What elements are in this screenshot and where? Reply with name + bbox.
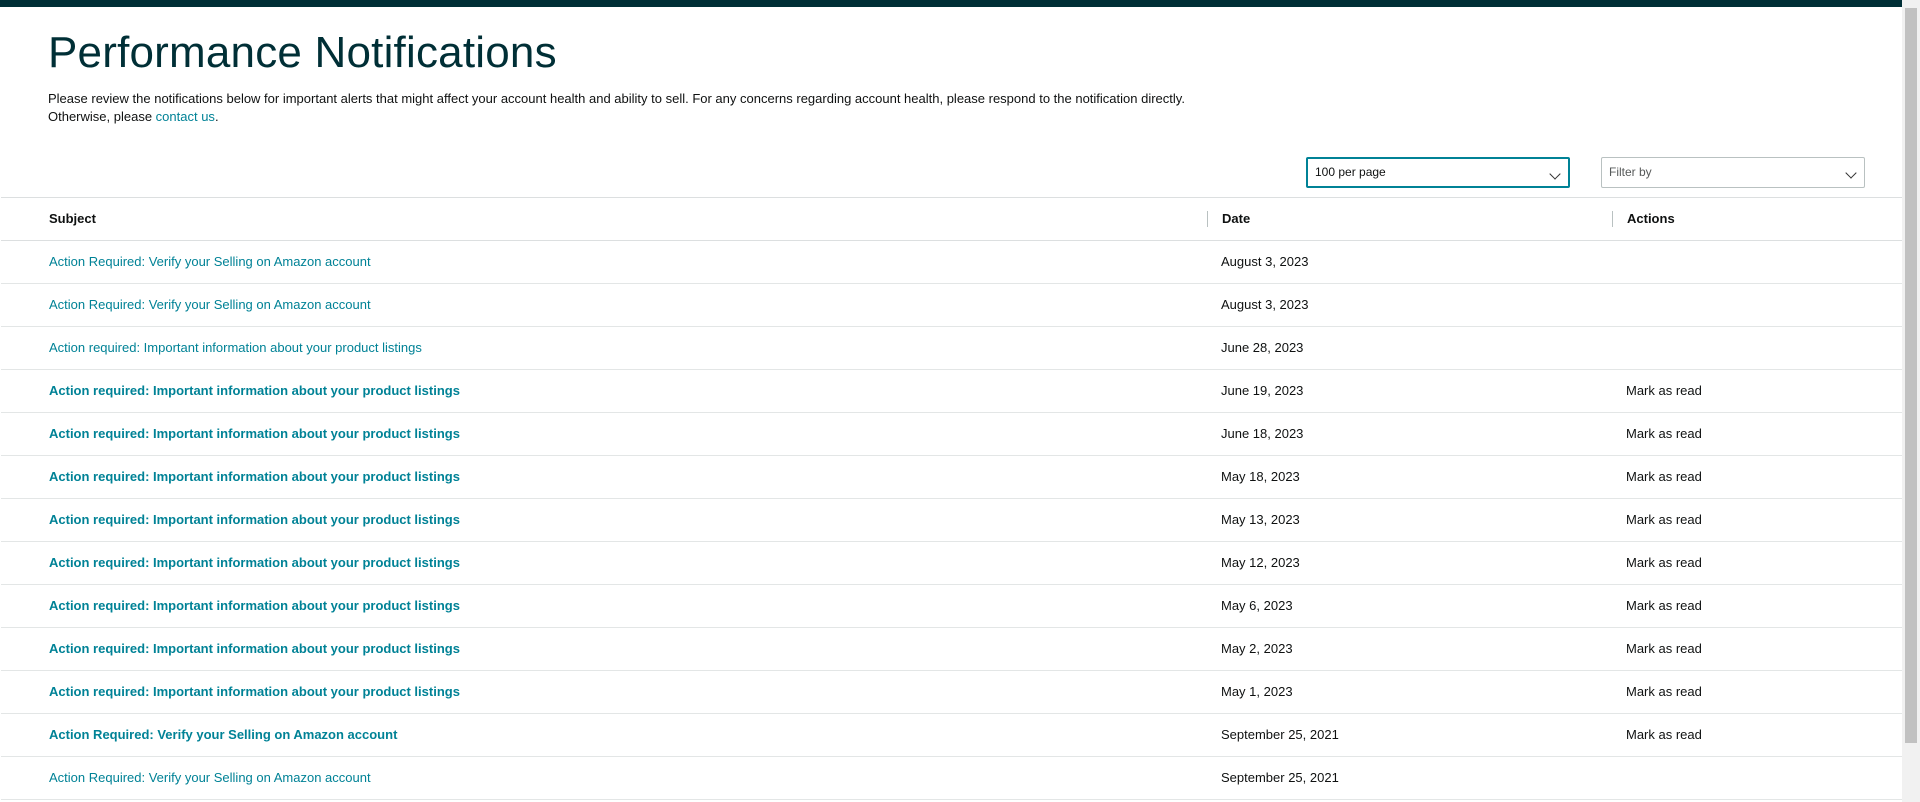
chevron-down-icon xyxy=(1549,168,1561,180)
mark-as-read-link[interactable]: Mark as read xyxy=(1626,671,1702,713)
notification-date: May 12, 2023 xyxy=(1221,555,1300,570)
table-row: Action Required: Verify your Selling on … xyxy=(1,714,1903,757)
notification-subject-link[interactable]: Action required: Important information a… xyxy=(49,456,460,498)
notification-date: May 1, 2023 xyxy=(1221,684,1293,699)
mark-as-read-link[interactable]: Mark as read xyxy=(1626,499,1702,541)
notification-date: September 25, 2021 xyxy=(1221,770,1339,785)
notification-date: May 13, 2023 xyxy=(1221,512,1300,527)
notification-subject-link[interactable]: Action required: Important information a… xyxy=(49,671,460,713)
table-body: Action Required: Verify your Selling on … xyxy=(1,241,1903,800)
filter-select[interactable]: Filter by xyxy=(1601,157,1865,188)
table-row: Action Required: Verify your Selling on … xyxy=(1,757,1903,800)
notification-date: June 19, 2023 xyxy=(1221,383,1304,398)
table-row: Action required: Important information a… xyxy=(1,671,1903,714)
notification-subject-link[interactable]: Action Required: Verify your Selling on … xyxy=(49,284,371,326)
notification-date: May 6, 2023 xyxy=(1221,598,1293,613)
mark-as-read-link[interactable]: Mark as read xyxy=(1626,714,1702,756)
top-bar xyxy=(0,0,1920,7)
table-row: Action required: Important information a… xyxy=(1,456,1903,499)
notification-subject-link[interactable]: Action required: Important information a… xyxy=(49,585,460,627)
intro-line-1: Please review the notifications below fo… xyxy=(48,91,1185,106)
table-row: Action Required: Verify your Selling on … xyxy=(1,241,1903,284)
column-header-actions: Actions xyxy=(1627,211,1675,226)
notification-date: August 3, 2023 xyxy=(1221,254,1309,269)
notification-date: June 28, 2023 xyxy=(1221,340,1304,355)
notification-subject-link[interactable]: Action required: Important information a… xyxy=(49,542,460,584)
notification-subject-link[interactable]: Action required: Important information a… xyxy=(49,628,460,670)
notification-subject-link[interactable]: Action Required: Verify your Selling on … xyxy=(49,714,397,756)
mark-as-read-link[interactable]: Mark as read xyxy=(1626,585,1702,627)
notifications-page: Performance Notifications Please review … xyxy=(0,7,1903,802)
notification-date: May 18, 2023 xyxy=(1221,469,1300,484)
table-row: Action required: Important information a… xyxy=(1,542,1903,585)
chevron-down-icon xyxy=(1845,167,1857,179)
column-divider[interactable] xyxy=(1612,211,1613,227)
table-row: Action required: Important information a… xyxy=(1,585,1903,628)
mark-as-read-link[interactable]: Mark as read xyxy=(1626,542,1702,584)
contact-us-link[interactable]: contact us xyxy=(156,109,215,124)
notification-subject-link[interactable]: Action required: Important information a… xyxy=(49,327,422,369)
table-header: Subject Date Actions xyxy=(1,198,1903,241)
page-title: Performance Notifications xyxy=(48,28,557,77)
column-divider[interactable] xyxy=(1207,211,1208,227)
per-page-select[interactable]: 100 per page xyxy=(1306,157,1570,188)
mark-as-read-link[interactable]: Mark as read xyxy=(1626,413,1702,455)
mark-as-read-link[interactable]: Mark as read xyxy=(1626,456,1702,498)
notification-subject-link[interactable]: Action required: Important information a… xyxy=(49,413,460,455)
notification-subject-link[interactable]: Action Required: Verify your Selling on … xyxy=(49,241,371,283)
notification-date: May 2, 2023 xyxy=(1221,641,1293,656)
intro-suffix: . xyxy=(214,109,219,124)
intro-prefix: Otherwise, please xyxy=(48,109,156,124)
notification-date: September 25, 2021 xyxy=(1221,727,1339,742)
table-row: Action required: Important information a… xyxy=(1,370,1903,413)
notification-date: June 18, 2023 xyxy=(1221,426,1304,441)
table-row: Action Required: Verify your Selling on … xyxy=(1,284,1903,327)
notification-subject-link[interactable]: Action required: Important information a… xyxy=(49,370,460,412)
notification-subject-link[interactable]: Action Required: Verify your Selling on … xyxy=(49,757,371,799)
column-header-date[interactable]: Date xyxy=(1222,198,1250,240)
intro-line-2: Otherwise, please contact us. xyxy=(48,108,1185,126)
intro-text: Please review the notifications below fo… xyxy=(48,90,1185,126)
table-row: Action required: Important information a… xyxy=(1,327,1903,370)
table-row: Action required: Important information a… xyxy=(1,628,1903,671)
column-header-subject[interactable]: Subject xyxy=(49,198,96,240)
filter-placeholder: Filter by xyxy=(1609,165,1652,179)
notification-subject-link[interactable]: Action required: Important information a… xyxy=(49,499,460,541)
table-row: Action required: Important information a… xyxy=(1,499,1903,542)
mark-as-read-link[interactable]: Mark as read xyxy=(1626,370,1702,412)
mark-as-read-link[interactable]: Mark as read xyxy=(1626,628,1702,670)
notification-date: August 3, 2023 xyxy=(1221,297,1309,312)
notifications-table: Subject Date Actions Action Required: Ve… xyxy=(1,197,1903,800)
scrollbar-thumb[interactable] xyxy=(1905,8,1917,743)
per-page-value: 100 per page xyxy=(1315,165,1386,179)
table-row: Action required: Important information a… xyxy=(1,413,1903,456)
